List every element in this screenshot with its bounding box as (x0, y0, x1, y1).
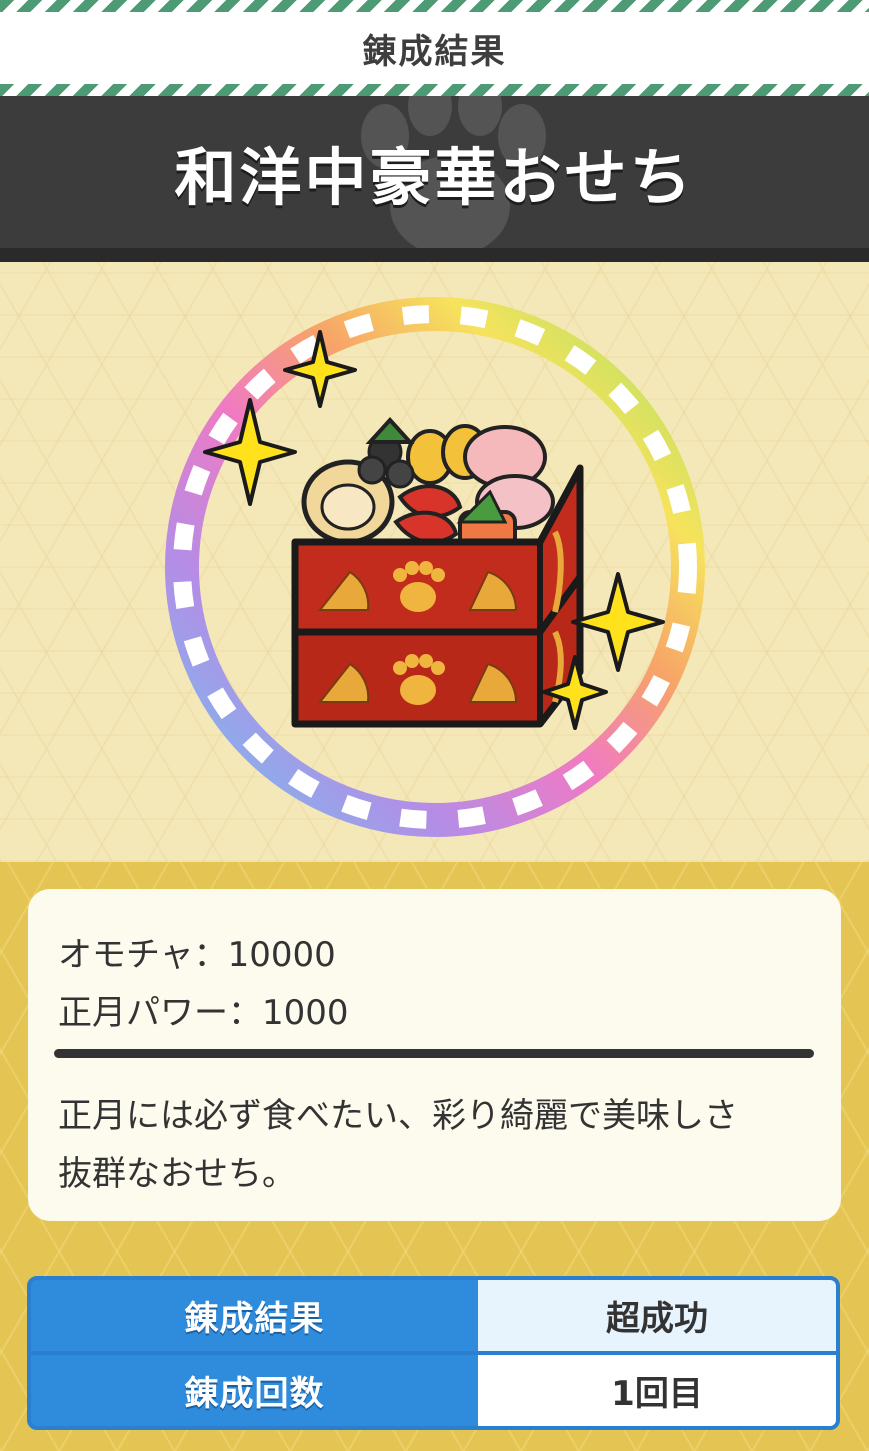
count-value: 1回目 (478, 1355, 836, 1426)
divider (54, 1049, 814, 1058)
item-image-area (0, 262, 869, 862)
count-label: 錬成回数 (31, 1355, 478, 1426)
description-line: 抜群なおせち。 (58, 1154, 296, 1194)
page-title: 錬成結果 (362, 31, 507, 72)
result-table: 錬成結果 超成功 錬成回数 1回目 (27, 1276, 840, 1430)
item-description: 正月には必ず食べたい、彩り綺麗で美味しさ 抜群なおせち。 (58, 1087, 828, 1203)
header-bar: 錬成結果 (0, 0, 869, 96)
description-line: 正月には必ず食べたい、彩り綺麗で美味しさ (58, 1096, 738, 1136)
item-name-banner: 和洋中豪華おせち (0, 96, 869, 248)
rainbow-ring (165, 297, 705, 837)
osechi-box-icon (291, 417, 584, 728)
item-info-card: オモチャ：10000 正月パワー：1000 正月には必ず食べたい、彩り綺麗で美味… (28, 889, 841, 1221)
result-value: 超成功 (478, 1280, 836, 1351)
table-row: 錬成結果 超成功 (31, 1280, 836, 1351)
header-stripe-top (0, 0, 869, 12)
stat-toy: オモチャ：10000 (58, 935, 336, 975)
crafting-result-screen: 錬成結果 和洋中豪華おせち オモチャ：10000 正月パワー：1000 正月には… (0, 0, 869, 1451)
header-stripe-bottom (0, 84, 869, 96)
stat-newyear-power: 正月パワー：1000 (58, 993, 349, 1033)
banner-shadow (0, 248, 869, 262)
item-name: 和洋中豪華おせち (174, 141, 695, 214)
result-label: 錬成結果 (31, 1280, 478, 1351)
table-row: 錬成回数 1回目 (31, 1355, 836, 1426)
